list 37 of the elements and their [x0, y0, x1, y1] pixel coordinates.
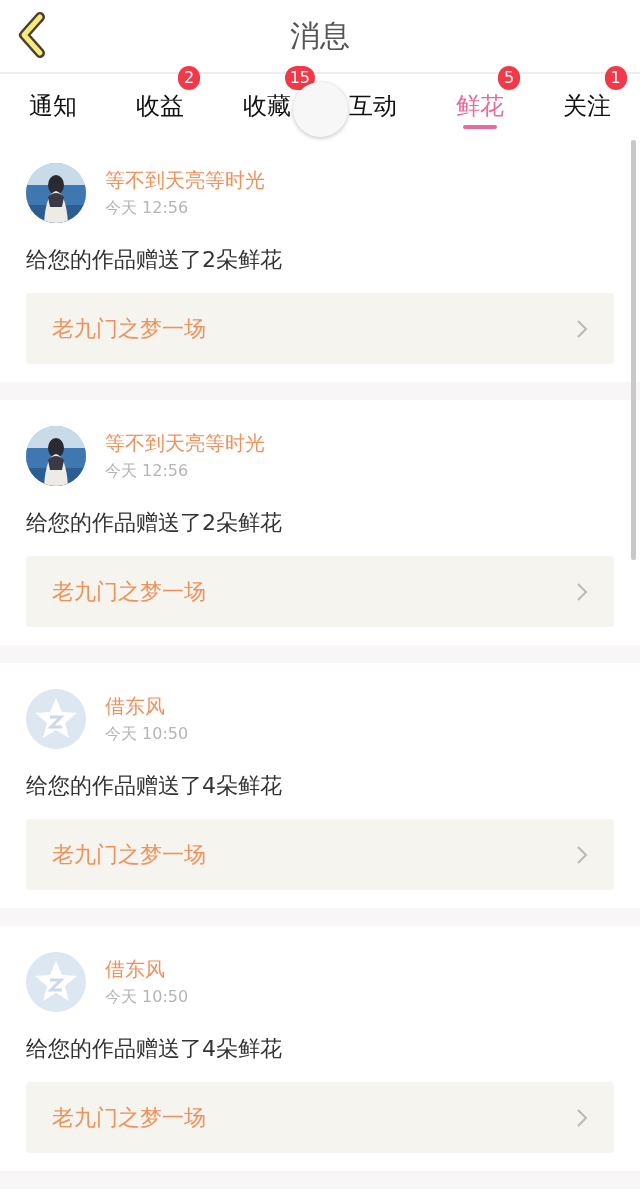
timestamp: 今天 12:56 [105, 460, 190, 482]
timestamp: 今天 10:50 [105, 986, 189, 1008]
message-text: 给您的作品赠送了2朵鲜花 [26, 246, 283, 274]
work-link-card[interactable]: 老九门之梦一场 [26, 293, 614, 364]
work-title: 老九门之梦一场 [52, 577, 206, 606]
tab[interactable]: 关注 [562, 87, 611, 125]
work-link-card[interactable]: 老九门之梦一场 [26, 1082, 614, 1153]
timestamp: 今天 12:56 [105, 197, 190, 219]
user-name[interactable]: 借东风 [105, 956, 189, 982]
timestamp: 今天 10:50 [105, 723, 189, 745]
work-link-card[interactable]: 老九门之梦一场 [26, 556, 614, 627]
tab[interactable]: 通知 [29, 87, 78, 125]
chevron-right-icon [576, 318, 588, 339]
tab[interactable]: 互动 [349, 87, 398, 125]
page-title: 消息 [290, 16, 350, 55]
user-name[interactable]: 借东风 [105, 693, 189, 719]
work-title: 老九门之梦一场 [52, 314, 206, 343]
chevron-right-icon [576, 844, 588, 865]
work-title: 老九门之梦一场 [52, 1103, 206, 1132]
chevron-right-icon [576, 581, 588, 602]
count-badge: 1 [604, 66, 627, 90]
message-text: 给您的作品赠送了2朵鲜花 [26, 509, 283, 537]
tab[interactable]: 收益 [136, 87, 184, 125]
user-name[interactable]: 等不到天亮等时光 [105, 430, 265, 456]
count-badge: 15 [284, 66, 315, 90]
count-badge: 5 [498, 66, 520, 90]
back-icon[interactable] [16, 12, 48, 58]
tab[interactable]: 鲜花 [456, 87, 504, 125]
count-badge: 2 [178, 66, 200, 90]
floating-button[interactable] [293, 82, 348, 137]
tab[interactable]: 收藏 [242, 87, 291, 125]
chevron-right-icon [576, 1107, 588, 1128]
message-text: 给您的作品赠送了4朵鲜花 [26, 772, 283, 800]
work-link-card[interactable]: 老九门之梦一场 [26, 819, 614, 890]
work-title: 老九门之梦一场 [52, 840, 206, 869]
message-text: 给您的作品赠送了4朵鲜花 [26, 1035, 283, 1063]
user-name[interactable]: 等不到天亮等时光 [105, 167, 265, 193]
